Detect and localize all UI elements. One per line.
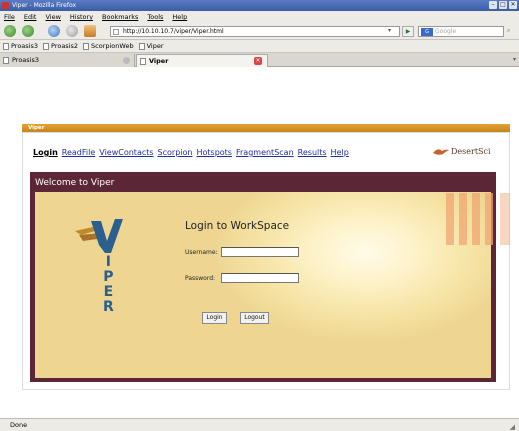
password-input[interactable] (221, 273, 299, 283)
page-favicon-icon (113, 29, 119, 35)
login-button[interactable]: Login (202, 312, 227, 324)
logout-button[interactable]: Logout (240, 312, 269, 324)
tab-proasis3[interactable]: Proasis3 (0, 54, 135, 67)
menu-bar: File Edit View History Bookmarks Tools H… (0, 11, 519, 23)
nav-login[interactable]: Login (33, 148, 58, 157)
page-content: Viper Login ReadFile ViewContacts Scorpi… (0, 67, 519, 418)
tab-close-icon[interactable] (123, 57, 130, 64)
viper-v-icon (75, 219, 123, 253)
menu-help[interactable]: Help (172, 11, 187, 23)
bookmark-viper[interactable]: Viper (138, 40, 164, 52)
bookmark-scorpionweb[interactable]: ScorpionWeb (83, 40, 134, 52)
desertsci-bird-icon (433, 149, 449, 155)
page-icon (140, 58, 146, 65)
page-icon (83, 42, 90, 50)
decorative-stripes (446, 193, 519, 265)
nav-fragmentscan[interactable]: FragmentScan (236, 148, 294, 157)
menu-bookmarks[interactable]: Bookmarks (102, 11, 138, 23)
address-dropdown-icon[interactable]: ▾ (388, 27, 391, 34)
desertsci-logo: DesertSci (433, 144, 497, 160)
bookmarks-toolbar: Proasis3 Proasis2 ScorpionWeb Viper (0, 40, 519, 53)
login-title: Login to WorkSpace (185, 220, 290, 232)
address-bar[interactable]: http://10.10.10.7/viper/Viper.html (110, 26, 400, 37)
tab-viper[interactable]: Viper ✕ (136, 54, 268, 67)
username-input[interactable] (221, 247, 299, 257)
username-label: Username: (185, 249, 218, 256)
window-title-bar: Viper - Mozilla Firefox – □ ✕ (0, 0, 519, 11)
maximize-button[interactable]: □ (499, 1, 507, 9)
nav-help[interactable]: Help (331, 148, 349, 157)
nav-hotspots[interactable]: Hotspots (196, 148, 232, 157)
page-icon (43, 42, 50, 50)
menu-edit[interactable]: Edit (24, 11, 37, 23)
google-search-engine-icon[interactable]: G (421, 28, 433, 36)
tab-list-arrow-icon[interactable]: ▾ (513, 56, 516, 63)
minimize-button[interactable]: – (489, 1, 497, 9)
window-controls: – □ ✕ (489, 1, 517, 9)
firefox-icon (2, 2, 9, 9)
reload-button[interactable] (48, 25, 60, 37)
tab-bar: Proasis3 Viper ✕ ▾ (0, 53, 519, 67)
viper-header-bar: Viper (22, 124, 510, 132)
nav-viewcontacts[interactable]: ViewContacts (99, 148, 153, 157)
tab-close-icon[interactable]: ✕ (254, 57, 262, 65)
forward-button[interactable] (22, 25, 34, 37)
menu-view[interactable]: View (45, 11, 60, 23)
viper-logo: I P E R (71, 217, 131, 327)
bookmark-proasis3[interactable]: Proasis3 (3, 40, 38, 52)
home-button[interactable] (84, 25, 96, 37)
close-button[interactable]: ✕ (509, 1, 517, 9)
nav-readfile[interactable]: ReadFile (62, 148, 96, 157)
search-icon[interactable]: ⌕ (507, 27, 517, 36)
menu-history[interactable]: History (70, 11, 93, 23)
nav-scorpion[interactable]: Scorpion (158, 148, 193, 157)
search-placeholder: Google (435, 28, 457, 35)
viper-main-panel: Login ReadFile ViewContacts Scorpion Hot… (22, 132, 510, 390)
login-area: I P E R Login to WorkSpace Username: Pas… (35, 192, 491, 378)
resize-grip-icon[interactable]: ◢ (510, 421, 515, 431)
search-input[interactable]: G Google (418, 26, 504, 37)
menu-tools[interactable]: Tools (147, 11, 163, 23)
password-label: Password: (185, 275, 216, 282)
status-bar: Done ◢ (0, 418, 519, 431)
go-button[interactable]: ▶ (402, 26, 414, 37)
welcome-panel: Welcome to Viper I P E R Login to WorkSp… (30, 172, 496, 382)
page-icon (3, 42, 9, 50)
back-button[interactable] (4, 25, 16, 37)
viper-logo-letters: I P E R (103, 254, 114, 315)
viper-nav: Login ReadFile ViewContacts Scorpion Hot… (33, 148, 349, 157)
status-text: Done (10, 421, 28, 429)
nav-results[interactable]: Results (298, 148, 327, 157)
menu-file[interactable]: File (4, 11, 15, 23)
welcome-title: Welcome to Viper (35, 178, 115, 188)
page-icon (3, 57, 9, 64)
desertsci-text: DesertSci (451, 147, 491, 156)
window-title: Viper - Mozilla Firefox (12, 2, 77, 9)
stop-button[interactable] (66, 25, 78, 37)
address-url: http://10.10.10.7/viper/Viper.html (123, 28, 224, 35)
navigation-toolbar: http://10.10.10.7/viper/Viper.html ▾ ▶ G… (0, 23, 519, 40)
page-icon (138, 42, 145, 50)
bookmark-proasis2[interactable]: Proasis2 (43, 40, 78, 52)
